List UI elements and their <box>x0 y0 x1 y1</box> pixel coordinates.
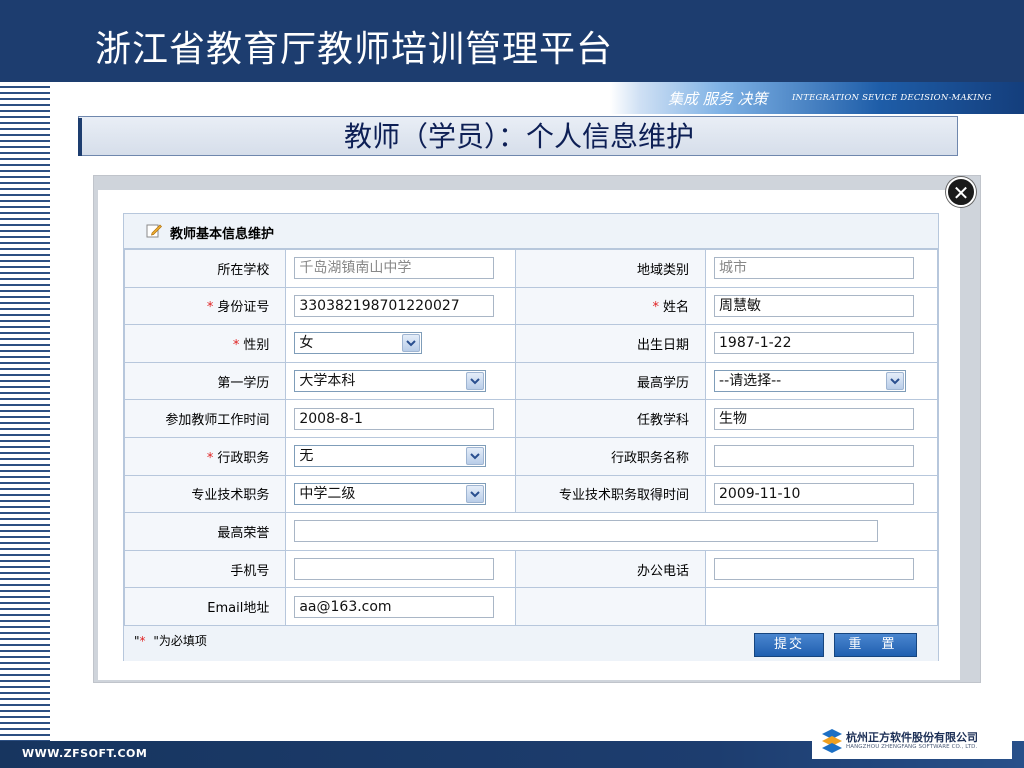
company-name-en: HANGZHOU ZHENGFANG SOFTWARE CO., LTD. <box>846 744 978 750</box>
section-accent <box>78 118 82 156</box>
school-label: 所在学校 <box>123 249 287 288</box>
form-row-admin: * 行政职务 无 行政职务名称 <box>123 436 938 476</box>
admin-post-label: * 行政职务 <box>123 436 287 476</box>
company-logo: 杭州正方软件股份有限公司 HANGZHOU ZHENGFANG SOFTWARE… <box>812 725 1012 759</box>
birth-date-field[interactable]: 1987-1-22 <box>714 332 915 355</box>
professional-title-select[interactable]: 中学二级 <box>294 482 487 505</box>
school-field[interactable]: 千岛湖镇南山中学 <box>294 257 495 280</box>
honor-field[interactable] <box>294 520 879 543</box>
form-row-gender: * 性别 女 出生日期 1987-1-22 <box>123 324 938 363</box>
decorative-stripes <box>0 86 50 741</box>
form-row-school: 所在学校 千岛湖镇南山中学 地域类别 城市 <box>123 249 938 288</box>
form-table: 所在学校 千岛湖镇南山中学 地域类别 城市 * 身份证号 330382198701… <box>123 249 938 626</box>
form-title: 教师基本信息维护 <box>170 227 275 242</box>
teacher-info-form: 教师基本信息维护 所在学校 千岛湖镇南山中学 地域类别 城市 * 身份证号 330… <box>123 213 939 661</box>
form-row-education: 第一学历 大学本科 最高学历 --请选择-- <box>123 361 938 401</box>
birth-date-label: 出生日期 <box>515 324 707 363</box>
honor-label: 最高荣誉 <box>123 512 287 551</box>
slide-title: 浙江省教育厅教师培训管理平台 <box>95 29 614 70</box>
required-mark: * <box>206 300 214 316</box>
id-number-label: * 身份证号 <box>123 286 287 326</box>
form-row-email: Email地址 aa@163.com <box>123 587 938 626</box>
form-row-phone: 手机号 办公电话 <box>123 549 938 589</box>
form-row-work: 参加教师工作时间 2008-8-1 任教学科 生物 <box>123 399 938 438</box>
admin-post-name-label: 行政职务名称 <box>515 436 707 476</box>
office-phone-label: 办公电话 <box>515 549 707 589</box>
email-label: Email地址 <box>123 587 287 626</box>
slogan-en: INTEGRATION SEVICE DECISION-MAKING <box>792 93 992 103</box>
admin-post-name-field[interactable] <box>714 445 915 468</box>
gender-label: * 性别 <box>123 324 287 363</box>
required-mark: * <box>206 450 214 466</box>
section-title: 教师（学员）：个人信息维护 <box>343 120 694 153</box>
company-logo-icon <box>822 729 842 753</box>
region-type-label: 地域类别 <box>515 249 707 288</box>
highest-degree-select[interactable]: --请选择-- <box>714 370 907 393</box>
form-header: 教师基本信息维护 <box>124 214 938 249</box>
work-start-label: 参加教师工作时间 <box>123 399 287 438</box>
first-degree-label: 第一学历 <box>123 361 287 401</box>
name-label: * 姓名 <box>515 286 707 326</box>
admin-post-select[interactable]: 无 <box>294 445 487 468</box>
email-field[interactable]: aa@163.com <box>294 595 495 618</box>
form-row-id: * 身份证号 330382198701220027 * 姓名 周慧敏 <box>123 286 938 326</box>
required-mark: * <box>232 337 240 353</box>
slide: 浙江省教育厅教师培训管理平台 集成 服务 决策 INTEGRATION SEVI… <box>0 0 1024 768</box>
mobile-label: 手机号 <box>123 549 287 589</box>
first-degree-select[interactable]: 大学本科 <box>294 370 487 393</box>
empty-label-cell <box>515 587 707 626</box>
professional-title-label: 专业技术职务 <box>123 474 287 514</box>
chevron-down-icon[interactable] <box>886 372 905 391</box>
title-date-field[interactable]: 2009-11-10 <box>714 482 915 505</box>
required-note: "* "为必填项 <box>134 634 207 648</box>
slogan-cn: 集成 服务 决策 <box>668 90 768 108</box>
chevron-down-icon[interactable] <box>466 372 485 391</box>
form-row-honor: 最高荣誉 <box>123 512 938 551</box>
subject-field[interactable]: 生物 <box>714 407 915 430</box>
edit-icon <box>146 224 162 238</box>
chevron-down-icon[interactable] <box>402 334 421 353</box>
highest-degree-label: 最高学历 <box>515 361 707 401</box>
website-url: WWW.ZFSOFT.COM <box>22 747 148 760</box>
chevron-down-icon[interactable] <box>466 447 485 466</box>
required-mark: * <box>652 300 660 316</box>
id-number-field[interactable]: 330382198701220027 <box>294 294 495 317</box>
form-footer: "* "为必填项 提交 重 置 <box>124 625 938 661</box>
office-phone-field[interactable] <box>714 558 915 581</box>
close-icon[interactable]: ✕ <box>946 177 976 207</box>
section-title-bar: 教师（学员）：个人信息维护 <box>78 116 958 156</box>
subject-label: 任教学科 <box>515 399 707 438</box>
work-start-field[interactable]: 2008-8-1 <box>294 407 495 430</box>
submit-button[interactable]: 提交 <box>754 633 824 657</box>
region-type-field[interactable]: 城市 <box>714 257 915 280</box>
form-row-title: 专业技术职务 中学二级 专业技术职务取得时间 2009-11-10 <box>123 474 938 514</box>
empty-value-cell <box>705 587 938 626</box>
gender-select[interactable]: 女 <box>294 332 423 355</box>
mobile-field[interactable] <box>294 558 495 581</box>
chevron-down-icon[interactable] <box>466 484 485 503</box>
name-field[interactable]: 周慧敏 <box>714 294 915 317</box>
reset-button[interactable]: 重 置 <box>834 633 917 657</box>
title-date-label: 专业技术职务取得时间 <box>515 474 707 514</box>
company-name-cn: 杭州正方软件股份有限公司 <box>846 731 978 744</box>
